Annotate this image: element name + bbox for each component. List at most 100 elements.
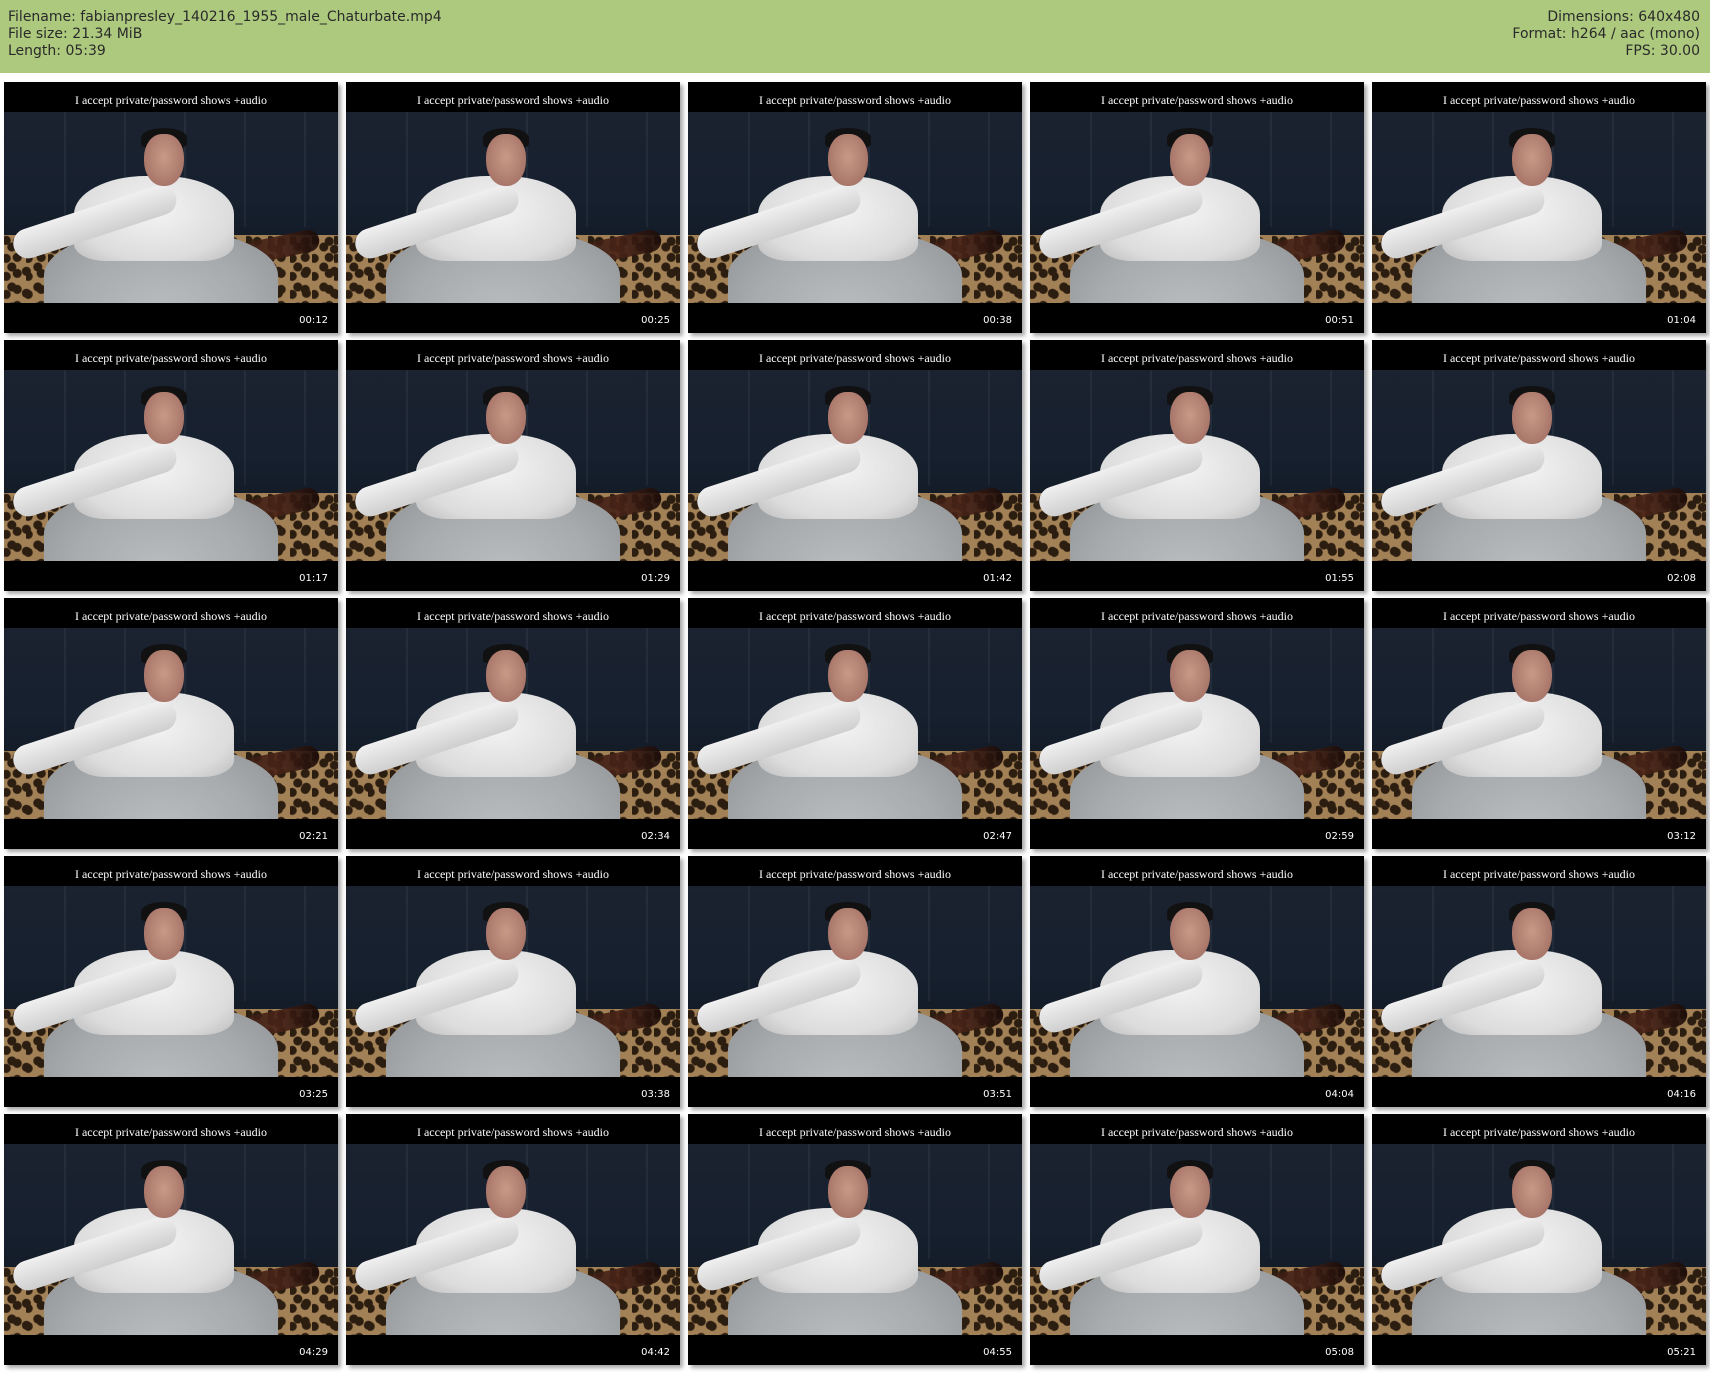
thumbnail-caption: I accept private/password shows +audio	[416, 609, 610, 623]
thumbnail-caption: I accept private/password shows +audio	[74, 867, 268, 881]
thumbnail-timestamp: 03:12	[1667, 831, 1696, 842]
thumbnail-caption: I accept private/password shows +audio	[74, 1125, 268, 1139]
thumbnail-frame-image	[688, 112, 1022, 303]
thumbnail-timestamp: 04:29	[299, 1347, 328, 1358]
thumbnail-caption: I accept private/password shows +audio	[758, 609, 952, 623]
thumbnail-frame-image	[1372, 1144, 1706, 1335]
thumbnail-timestamp: 04:04	[1325, 1089, 1354, 1100]
thumbnail-timestamp: 03:38	[641, 1089, 670, 1100]
video-thumbnail[interactable]: I accept private/password shows +audio 01…	[346, 340, 680, 591]
thumbnail-timestamp: 05:08	[1325, 1347, 1354, 1358]
video-thumbnail[interactable]: I accept private/password shows +audio 00…	[688, 82, 1022, 333]
thumbnail-frame-image	[4, 370, 338, 561]
video-thumbnail[interactable]: I accept private/password shows +audio 04…	[1372, 856, 1706, 1107]
thumbnail-caption: I accept private/password shows +audio	[1100, 351, 1294, 365]
thumbnail-timestamp: 00:12	[299, 315, 328, 326]
thumbnail-frame-image	[1030, 1144, 1364, 1335]
thumbnail-caption: I accept private/password shows +audio	[1100, 609, 1294, 623]
video-thumbnail[interactable]: I accept private/password shows +audio 01…	[1372, 82, 1706, 333]
thumbnail-caption: I accept private/password shows +audio	[1442, 867, 1636, 881]
thumbnail-frame-image	[688, 628, 1022, 819]
thumbnail-caption: I accept private/password shows +audio	[758, 93, 952, 107]
video-thumbnail[interactable]: I accept private/password shows +audio 04…	[346, 1114, 680, 1365]
video-thumbnail[interactable]: I accept private/password shows +audio 02…	[346, 598, 680, 849]
video-thumbnail[interactable]: I accept private/password shows +audio 00…	[1030, 82, 1364, 333]
thumbnail-frame-image	[346, 370, 680, 561]
thumbnail-timestamp: 05:21	[1667, 1347, 1696, 1358]
fps-text: FPS: 30.00	[1625, 43, 1700, 59]
thumbnail-caption: I accept private/password shows +audio	[74, 93, 268, 107]
thumbnail-timestamp: 04:42	[641, 1347, 670, 1358]
thumbnail-timestamp: 02:08	[1667, 573, 1696, 584]
thumbnail-frame-image	[346, 112, 680, 303]
video-thumbnail[interactable]: I accept private/password shows +audio 01…	[4, 340, 338, 591]
thumbnail-timestamp: 01:29	[641, 573, 670, 584]
video-thumbnail[interactable]: I accept private/password shows +audio 00…	[4, 82, 338, 333]
thumbnail-frame-image	[1372, 628, 1706, 819]
thumbnail-frame-image	[688, 1144, 1022, 1335]
thumbnail-frame-image	[346, 628, 680, 819]
thumbnail-timestamp: 00:25	[641, 315, 670, 326]
thumbnail-timestamp: 01:55	[1325, 573, 1354, 584]
thumbnail-frame-image	[4, 628, 338, 819]
video-thumbnail[interactable]: I accept private/password shows +audio 00…	[346, 82, 680, 333]
video-thumbnail[interactable]: I accept private/password shows +audio 03…	[4, 856, 338, 1107]
thumbnail-caption: I accept private/password shows +audio	[416, 867, 610, 881]
thumbnail-timestamp: 02:59	[1325, 831, 1354, 842]
thumbnail-frame-image	[1030, 370, 1364, 561]
thumbnail-caption: I accept private/password shows +audio	[758, 1125, 952, 1139]
thumbnail-timestamp: 00:51	[1325, 315, 1354, 326]
video-thumbnail[interactable]: I accept private/password shows +audio 04…	[688, 1114, 1022, 1365]
thumbnail-caption: I accept private/password shows +audio	[1442, 1125, 1636, 1139]
format-text: Format: h264 / aac (mono)	[1512, 26, 1700, 42]
thumbnail-caption: I accept private/password shows +audio	[74, 609, 268, 623]
thumbnail-caption: I accept private/password shows +audio	[758, 351, 952, 365]
video-thumbnail[interactable]: I accept private/password shows +audio 03…	[688, 856, 1022, 1107]
thumbnail-caption: I accept private/password shows +audio	[1100, 867, 1294, 881]
thumbnail-frame-image	[688, 370, 1022, 561]
video-thumbnail[interactable]: I accept private/password shows +audio 04…	[1030, 856, 1364, 1107]
video-info-header: Filename: fabianpresley_140216_1955_male…	[0, 0, 1710, 73]
thumbnail-frame-image	[1372, 112, 1706, 303]
video-thumbnail[interactable]: I accept private/password shows +audio 02…	[1030, 598, 1364, 849]
thumbnail-caption: I accept private/password shows +audio	[1442, 609, 1636, 623]
video-thumbnail[interactable]: I accept private/password shows +audio 04…	[4, 1114, 338, 1365]
length-text: Length: 05:39	[8, 43, 106, 59]
thumbnail-caption: I accept private/password shows +audio	[416, 351, 610, 365]
thumbnail-timestamp: 00:38	[983, 315, 1012, 326]
thumbnail-caption: I accept private/password shows +audio	[1100, 1125, 1294, 1139]
thumbnail-frame-image	[346, 886, 680, 1077]
thumbnail-timestamp: 02:34	[641, 831, 670, 842]
thumbnail-frame-image	[4, 1144, 338, 1335]
video-thumbnail[interactable]: I accept private/password shows +audio 02…	[1372, 340, 1706, 591]
thumbnail-timestamp: 02:21	[299, 831, 328, 842]
video-thumbnail[interactable]: I accept private/password shows +audio 01…	[1030, 340, 1364, 591]
video-thumbnail[interactable]: I accept private/password shows +audio 05…	[1372, 1114, 1706, 1365]
video-thumbnail[interactable]: I accept private/password shows +audio 03…	[346, 856, 680, 1107]
thumbnail-timestamp: 03:25	[299, 1089, 328, 1100]
thumbnail-caption: I accept private/password shows +audio	[416, 93, 610, 107]
thumbnail-frame-image	[1372, 886, 1706, 1077]
thumbnail-frame-image	[4, 886, 338, 1077]
video-thumbnail[interactable]: I accept private/password shows +audio 05…	[1030, 1114, 1364, 1365]
thumbnail-caption: I accept private/password shows +audio	[1442, 93, 1636, 107]
thumbnail-timestamp: 01:42	[983, 573, 1012, 584]
thumbnail-caption: I accept private/password shows +audio	[1442, 351, 1636, 365]
dimensions-text: Dimensions: 640x480	[1547, 9, 1700, 25]
thumbnail-grid: I accept private/password shows +audio 00…	[4, 82, 1706, 1368]
thumbnail-frame-image	[346, 1144, 680, 1335]
thumbnail-caption: I accept private/password shows +audio	[758, 867, 952, 881]
thumbnail-frame-image	[1030, 112, 1364, 303]
thumbnail-timestamp: 01:17	[299, 573, 328, 584]
thumbnail-frame-image	[1372, 370, 1706, 561]
video-thumbnail[interactable]: I accept private/password shows +audio 02…	[4, 598, 338, 849]
thumbnail-frame-image	[1030, 628, 1364, 819]
video-thumbnail[interactable]: I accept private/password shows +audio 03…	[1372, 598, 1706, 849]
video-thumbnail[interactable]: I accept private/password shows +audio 02…	[688, 598, 1022, 849]
filename-text: Filename: fabianpresley_140216_1955_male…	[8, 9, 442, 25]
thumbnail-caption: I accept private/password shows +audio	[416, 1125, 610, 1139]
thumbnail-timestamp: 03:51	[983, 1089, 1012, 1100]
video-thumbnail[interactable]: I accept private/password shows +audio 01…	[688, 340, 1022, 591]
header-left-info: Filename: fabianpresley_140216_1955_male…	[8, 9, 442, 60]
header-right-info: Dimensions: 640x480 Format: h264 / aac (…	[1512, 9, 1700, 60]
